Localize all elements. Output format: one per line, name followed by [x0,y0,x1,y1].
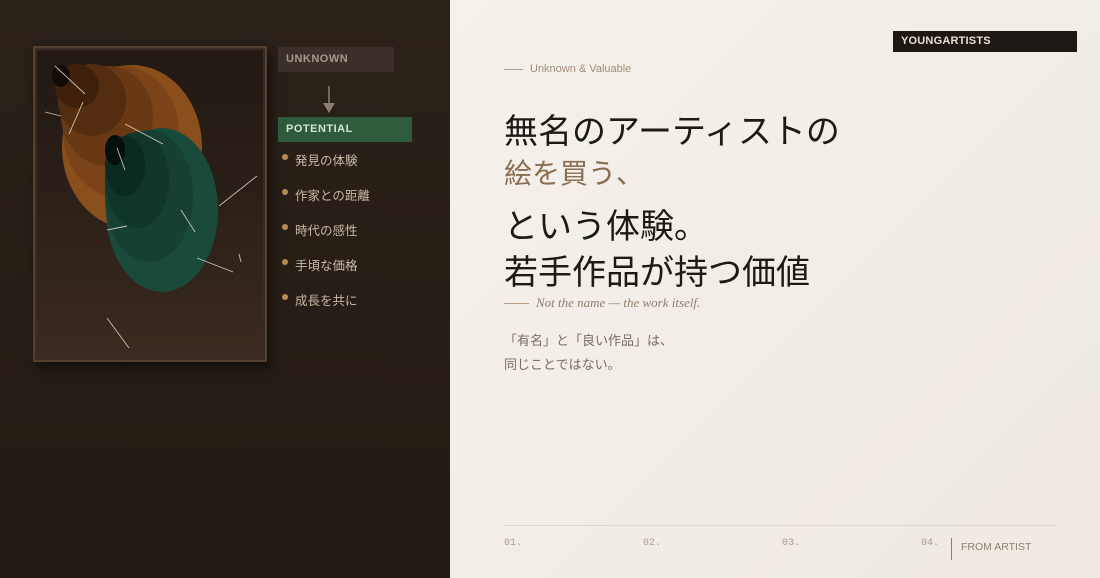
body-line-1: 「有名」と「良い作品」は、 [504,334,674,349]
step-04[interactable]: 04. [921,538,939,549]
eyebrow: Unknown & Valuable [504,63,631,75]
list-item: 発見の体験 [282,150,370,185]
step-03[interactable]: 03. [782,538,800,549]
from-artist-link[interactable]: FROM ARTIST [951,538,1031,560]
bullet-dot-icon [282,224,288,230]
abstract-painting [44,64,258,349]
list-item-label: 成長を共に [295,293,358,308]
step-02[interactable]: 02. [643,538,661,549]
subline: Not the name — the work itself. [504,295,700,311]
headline-line-4: 若手作品が持つ価値 [504,253,810,293]
list-item: 成長を共に [282,290,370,325]
headline-line-3: という体験。 [504,207,708,247]
subline-text: Not the name — the work itself. [536,295,701,310]
list-item-label: 発見の体験 [295,153,358,168]
body-text: 「有名」と「良い作品」は、 同じことではない。 [504,330,673,378]
tag-unknown: UNKNOWN [278,47,394,72]
right-panel: YOUNGARTISTS Unknown & Valuable 無名のアーティス… [450,0,1100,578]
list-item-label: 作家との距離 [295,188,370,203]
step-nav: 01. 02. 03. 04. FROM ARTIST [504,538,1064,562]
bullet-dot-icon [282,154,288,160]
arrow-down-icon [323,86,335,113]
brand-logo[interactable]: YOUNGARTISTS [893,31,1077,52]
body-line-2: 同じことではない。 [504,358,621,373]
divider [504,525,1056,526]
tag-potential: POTENTIAL [278,117,412,142]
artwork-frame [33,46,267,362]
list-item: 手頃な価格 [282,255,370,290]
headline-line-1: 無名のアーティストの [504,112,840,152]
list-item-label: 時代の感性 [295,223,358,238]
bullet-dot-icon [282,294,288,300]
subline-rule [504,302,529,304]
bullet-dot-icon [282,259,288,265]
eyebrow-text: Unknown & Valuable [530,63,632,75]
headline: 無名のアーティストの 絵を買う、 という体験。 若手作品が持つ価値 [504,110,840,296]
artwork-canvas [37,50,263,358]
list-item-label: 手頃な価格 [295,258,358,273]
left-panel: UNKNOWN POTENTIAL 発見の体験 作家との距離 時代の感性 手頃な… [0,0,450,578]
headline-line-2: 絵を買う、 [504,157,645,190]
bullet-dot-icon [282,189,288,195]
step-01[interactable]: 01. [504,538,522,549]
eyebrow-rule [504,68,523,70]
potential-list: 発見の体験 作家との距離 時代の感性 手頃な価格 成長を共に [282,150,370,325]
list-item: 時代の感性 [282,220,370,255]
list-item: 作家との距離 [282,185,370,220]
